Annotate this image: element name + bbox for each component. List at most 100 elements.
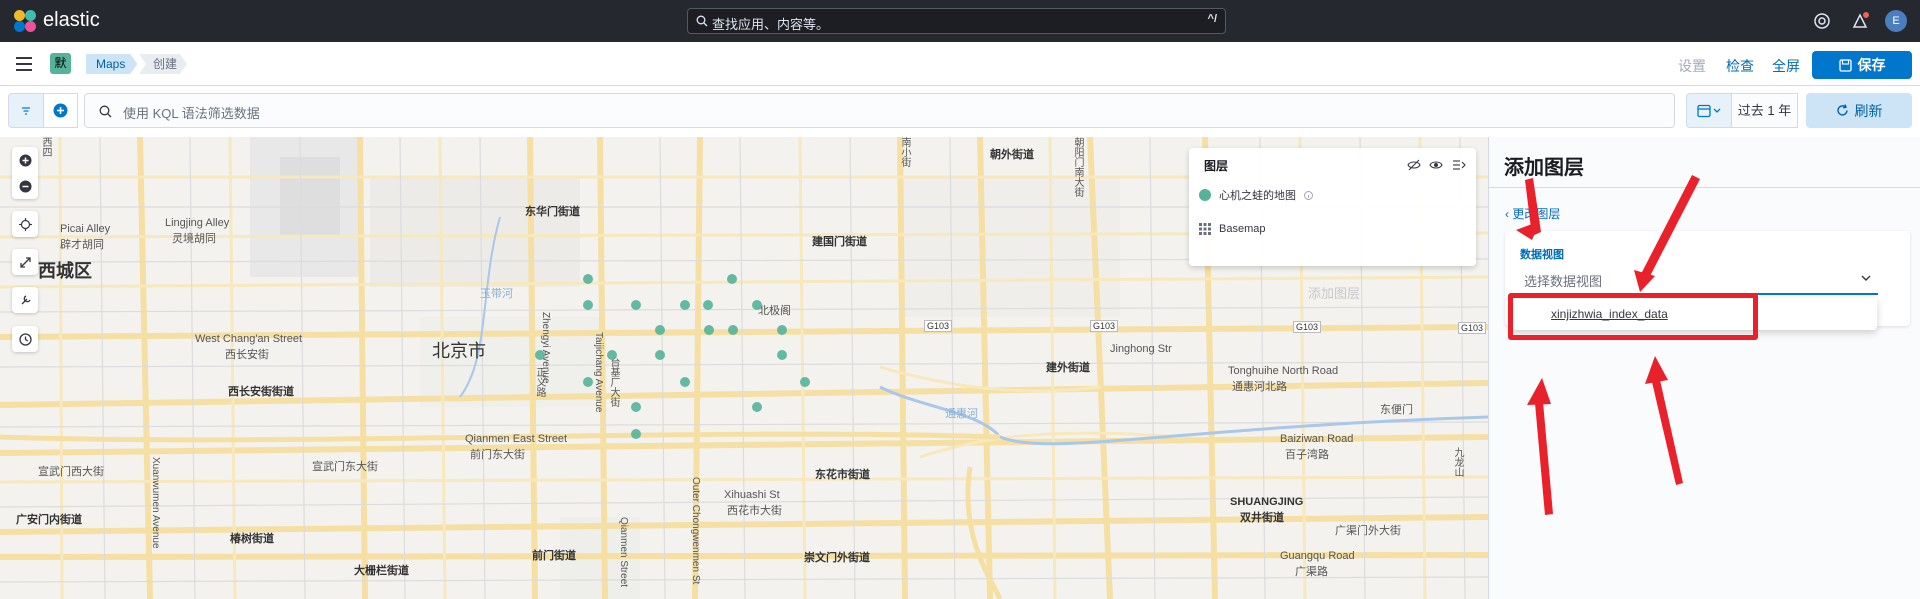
fullscreen-link[interactable]: 全屏 [1772,56,1800,76]
timeslider-button[interactable] [12,326,38,352]
info-icon [1304,190,1313,200]
zoom-in-button[interactable] [12,147,38,173]
refresh-icon [1836,104,1848,116]
map-label-xuanwu2: 宣武门东大街 [312,461,378,473]
map-label-daxing: 大栅栏街道 [354,565,409,577]
map-label-chaoyang: 朝外街道 [990,149,1034,161]
map-label-qianmen-en: Qianmen East Street [465,433,568,445]
map-label-xihuashi: 西花市大街 [727,505,782,517]
map-point[interactable] [631,429,641,439]
map-point[interactable] [583,377,593,387]
map-label-lingjing: 灵境胡同 [172,233,216,245]
fit-to-data-button[interactable] [12,249,38,275]
map-label-xuanwu: 宣武门西大街 [38,466,104,478]
grid-icon [1199,223,1211,235]
space-badge[interactable]: 默 [50,53,71,74]
layer-item[interactable]: Basemap [1199,217,1265,241]
map-label-guangming: 广渠门外大街 [1335,525,1401,537]
map-label-qianmenjd: 前门街道 [532,550,576,562]
settings-link[interactable]: 设置 [1678,56,1706,76]
calendar-icon [1697,104,1721,118]
map-label-baiziwan-en: Baiziwan Road [1280,433,1354,445]
map-label-chongwen: 崇文门外街道 [804,552,870,564]
map-point[interactable] [583,300,593,310]
map-point[interactable] [680,300,690,310]
map-label-g103-2: G103 [1090,320,1119,332]
global-search-placeholder: 查找应用、内容等。 [712,17,830,32]
plus-circle-icon [19,154,31,166]
change-layer-link[interactable]: ‹ 更改图层 [1505,205,1560,222]
user-avatar[interactable]: E [1885,10,1907,32]
clock-icon [18,332,32,346]
map-label-addlayer-faint: 添加图层 [1308,286,1361,301]
global-header: elastic 查找应用、内容等。 ^/ E [0,0,1920,42]
data-view-select[interactable]: 选择数据视图 [1518,263,1878,295]
breadcrumb-maps[interactable]: Maps [86,54,137,74]
map-point[interactable] [631,300,641,310]
map-point[interactable] [655,350,665,360]
add-filter-button[interactable] [43,94,77,127]
zoom-out-button[interactable] [12,173,38,199]
data-view-placeholder: 选择数据视图 [1524,274,1603,289]
map-label-g103-1: G103 [924,320,953,332]
map-point[interactable] [631,402,641,412]
divider [1489,187,1920,188]
map-point[interactable] [752,402,762,412]
map-label-chongwenmen-en: Outer Chongwenmen St [690,477,701,585]
collapse-layers-icon[interactable] [1452,158,1466,172]
annotation-highlight-box [1508,293,1758,340]
map-label-dongbianmen: 东便门 [1380,404,1413,416]
search-icon [696,15,708,27]
map-point[interactable] [535,350,545,360]
map-point[interactable] [777,350,787,360]
search-shortcut: ^/ [1207,13,1217,25]
map-label-jianguomen: 建国门街道 [812,236,867,248]
change-layer-label: 更改图层 [1512,207,1561,221]
map-label-xichangan-en: West Chang'an Street [195,333,303,345]
refresh-label: 刷新 [1854,102,1883,119]
hide-all-layers-icon[interactable] [1407,158,1421,172]
wrench-icon [21,294,31,304]
map-point[interactable] [752,300,762,310]
map-label-qianmen: 前门东大街 [470,449,525,461]
map-label-xichangan-jd: 西长安街街道 [228,386,294,398]
set-view-button[interactable] [12,211,38,237]
filter-icon [22,107,30,115]
news-icon[interactable] [1851,12,1869,30]
layer-control-title: 图层 [1204,159,1229,173]
map-point[interactable] [607,350,617,360]
map-point[interactable] [703,300,713,310]
map-label-xicheng: 西城区 [38,261,92,281]
date-quick-menu-button[interactable] [1686,93,1732,128]
inspect-link[interactable]: 检查 [1726,56,1754,76]
time-range-display[interactable]: 过去 1 年 [1732,93,1798,128]
filter-menu-button[interactable] [9,94,43,127]
map-label-g103-4: G103 [1458,322,1487,334]
show-all-layers-icon[interactable] [1429,158,1443,172]
map-point[interactable] [777,325,787,335]
map-label-beijizhan: 北极阁 [758,305,791,317]
save-button[interactable]: 保存 [1812,51,1912,79]
map-point[interactable] [728,325,738,335]
menu-icon[interactable] [16,57,32,71]
layer-name: 心机之蛙的地图 [1219,190,1296,202]
help-icon[interactable] [1813,12,1831,30]
map-point[interactable] [680,377,690,387]
kql-query-input[interactable]: 使用 KQL 语法筛选数据 [84,93,1675,128]
map-point[interactable] [800,377,810,387]
filter-controls [8,93,78,128]
elastic-logo[interactable]: elastic [14,9,100,32]
global-search-input[interactable]: 查找应用、内容等。 ^/ [687,8,1226,34]
kql-placeholder: 使用 KQL 语法筛选数据 [123,106,260,121]
refresh-button[interactable]: 刷新 [1806,93,1912,128]
draw-tools-button[interactable] [12,287,38,313]
layer-swatch [1199,189,1211,201]
layer-item[interactable]: 心机之蛙的地图 [1199,183,1313,207]
data-view-label: 数据视图 [1520,249,1564,261]
map-point[interactable] [704,325,714,335]
map-label-tonghui: 通惠河北路 [1232,381,1287,393]
map-point[interactable] [583,274,593,284]
map-label-beijing: 北京市 [432,341,486,361]
map-point[interactable] [727,274,737,284]
map-point[interactable] [655,325,665,335]
